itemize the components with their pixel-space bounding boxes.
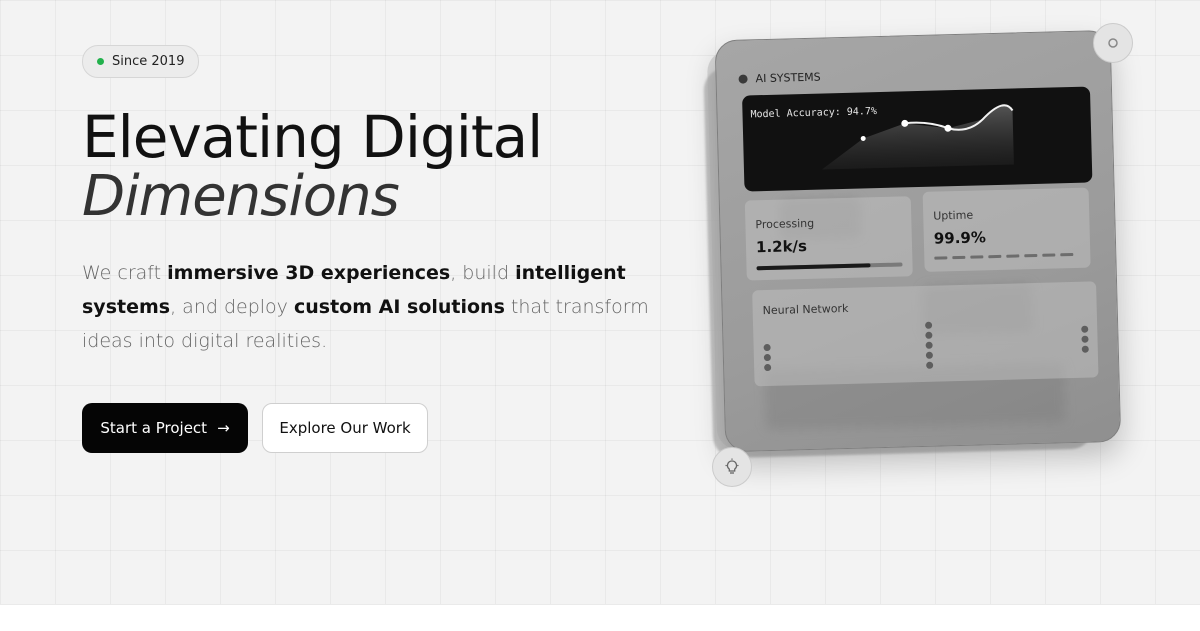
settings-icon[interactable] — [1093, 23, 1133, 63]
ai-systems-card-stack: AI SYSTEMS Model Accuracy: 94.7% Process… — [703, 29, 1126, 460]
arrow-right-icon: → — [217, 419, 230, 437]
node-dot — [764, 363, 772, 372]
uptime-value: 99.9% — [933, 228, 987, 248]
processing-bar — [756, 262, 903, 271]
start-project-button[interactable]: Start a Project → — [82, 403, 248, 453]
desc-highlight: immersive 3D experiences — [167, 262, 451, 284]
processing-bar-fill — [756, 263, 871, 271]
accuracy-chart: Model Accuracy: 94.7% — [742, 86, 1093, 192]
node-dot — [1081, 345, 1089, 353]
neural-network-label: Neural Network — [762, 301, 849, 318]
status-dot-icon — [97, 58, 104, 65]
processing-value: 1.2k/s — [755, 236, 808, 257]
hero-section: Since 2019 Elevating Digital Dimensions … — [0, 0, 1200, 604]
node-dot — [763, 343, 771, 352]
node-dot — [925, 341, 933, 349]
since-badge: Since 2019 — [82, 45, 200, 78]
card-header: AI SYSTEMS — [738, 70, 821, 86]
explore-work-label: Explore Our Work — [279, 419, 411, 437]
hero-title-line2: Dimensions — [82, 164, 400, 229]
badge-label: Since 2019 — [112, 54, 185, 69]
node-dot — [763, 353, 771, 362]
sparkline-area — [821, 106, 1014, 170]
neural-network-panel: Neural Network — [752, 281, 1099, 387]
desc-part: , and deploy — [170, 296, 294, 318]
processing-panel: Processing 1.2k/s — [744, 196, 913, 281]
page-bottom-edge — [0, 604, 1200, 631]
processing-label: Processing — [755, 216, 815, 232]
card-header-label: AI SYSTEMS — [755, 70, 821, 86]
node-dot — [925, 321, 933, 329]
settings-glyph — [1108, 38, 1118, 48]
uptime-indicator — [934, 252, 1074, 260]
start-project-label: Start a Project — [100, 419, 208, 437]
card-header-dot-icon — [738, 74, 748, 84]
hero-title-line1: Elevating Digital — [82, 103, 543, 171]
explore-work-button[interactable]: Explore Our Work — [262, 403, 428, 453]
desc-part: We craft — [82, 262, 168, 284]
lightbulb-glyph — [725, 458, 739, 474]
hero-description: We craft immersive 3D experiences, build… — [82, 256, 662, 358]
node-dot — [1081, 325, 1089, 333]
node-dot — [1081, 335, 1089, 343]
uptime-label: Uptime — [933, 208, 974, 223]
uptime-panel: Uptime 99.9% — [922, 187, 1091, 272]
desc-part: , build — [450, 262, 516, 284]
accuracy-sparkline — [821, 104, 1014, 170]
desc-highlight: custom AI solutions — [293, 296, 505, 318]
node-dot — [926, 361, 934, 369]
node-dot — [925, 331, 933, 339]
node-dot — [925, 351, 933, 359]
ai-systems-card: AI SYSTEMS Model Accuracy: 94.7% Process… — [714, 29, 1122, 453]
lightbulb-icon[interactable] — [712, 447, 752, 487]
